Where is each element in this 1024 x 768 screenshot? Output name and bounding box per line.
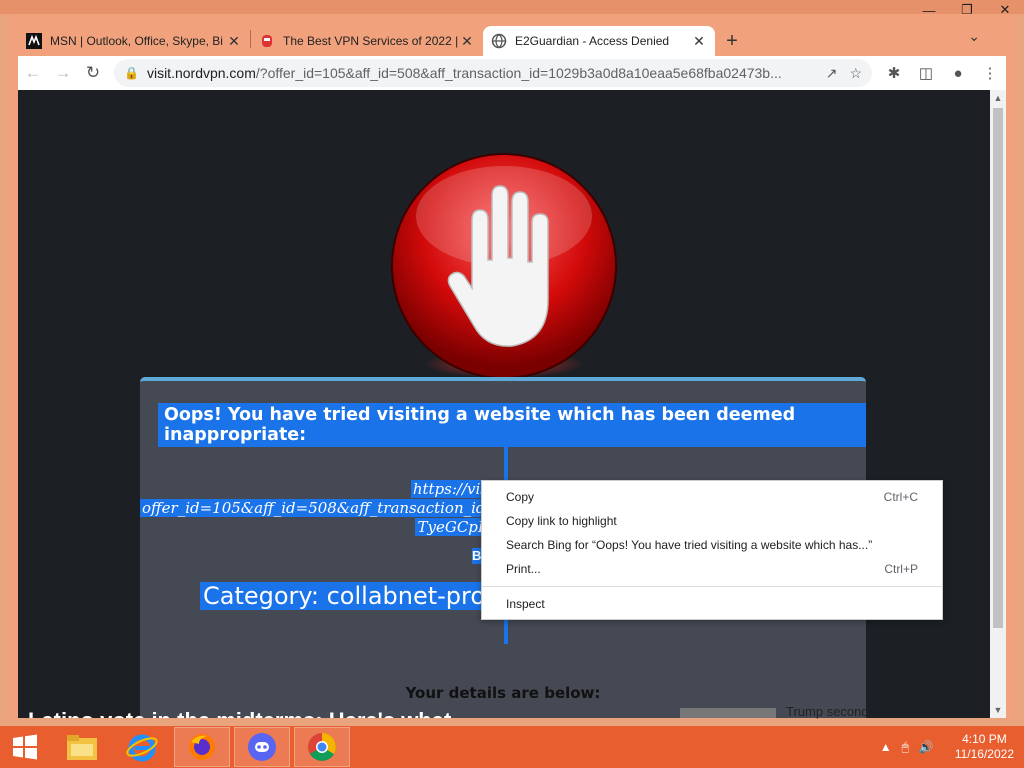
toolbar: ← → ↻ 🔒 visit.nordvpn.com/?offer_id=105&…: [18, 56, 1006, 90]
tab-vpn[interactable]: The Best VPN Services of 2022 | ( ✕: [251, 26, 483, 56]
share-icon[interactable]: ↗: [826, 65, 838, 82]
url-host: visit.nordvpn.com: [146, 65, 256, 81]
background-news-headline: Latino vote in the midterms: Here's what…: [28, 708, 648, 718]
tab-msn[interactable]: MSN | Outlook, Office, Skype, Bi ✕: [18, 26, 250, 56]
tab-title: The Best VPN Services of 2022 | (: [283, 34, 459, 48]
extensions-icon[interactable]: ✱: [878, 58, 910, 88]
discord-icon[interactable]: [234, 727, 290, 767]
tray-arrow-icon[interactable]: ▲: [880, 740, 892, 754]
globe-icon: [491, 33, 507, 49]
menu-item-label: Copy link to highlight: [506, 514, 617, 528]
internet-explorer-icon[interactable]: [114, 727, 170, 767]
tab-strip: MSN | Outlook, Office, Skype, Bi ✕ The B…: [18, 22, 1006, 56]
sidepanel-icon[interactable]: ◫: [910, 58, 942, 88]
clock[interactable]: 4:10 PM 11/16/2022: [955, 732, 1014, 762]
desktop-background: [0, 0, 1024, 14]
menu-item-label: Copy: [506, 490, 535, 504]
volume-icon[interactable]: 🔊: [919, 740, 934, 754]
restore-button[interactable]: ❐: [948, 0, 986, 20]
windows-start-button[interactable]: [0, 726, 50, 768]
star-icon[interactable]: ☆: [849, 65, 862, 82]
page-title: Oops! You have tried visiting a website …: [158, 403, 866, 447]
url-path: /?offer_id=105&aff_id=508&aff_transactio…: [255, 65, 782, 81]
taskbar: ▲ 🖱 🔊 4:10 PM 11/16/2022: [0, 726, 1024, 768]
msn-icon: [26, 33, 42, 49]
close-icon[interactable]: ✕: [691, 33, 707, 50]
menu-item-label: Search Bing for “Oops! You have tried vi…: [506, 538, 873, 552]
background-thumbnail: [680, 708, 776, 718]
close-window-button[interactable]: ✕: [986, 0, 1024, 20]
menu-icon[interactable]: ⋮: [974, 58, 1006, 88]
blocked-url[interactable]: https://vis offer_id=105&aff_id=508&aff_…: [140, 480, 510, 537]
window-controls: — ❐ ✕: [910, 0, 1024, 20]
menu-item-label: Inspect: [506, 597, 545, 611]
tab-title: MSN | Outlook, Office, Skype, Bi: [50, 34, 223, 48]
tab-title: E2Guardian - Access Denied: [515, 34, 670, 48]
chevron-down-icon[interactable]: ⌄: [968, 28, 980, 45]
menu-item-copy-link-to-highlight[interactable]: Copy link to highlight: [482, 509, 942, 533]
clock-date: 11/16/2022: [954, 747, 1014, 761]
file-explorer-icon[interactable]: [54, 727, 110, 767]
scroll-up-icon[interactable]: ▲: [990, 90, 1006, 106]
vpn-site-icon: [259, 33, 275, 49]
background-news-caption: Trump second: [786, 704, 869, 719]
lock-icon[interactable]: 🔒: [124, 66, 139, 80]
reload-button[interactable]: ↻: [78, 58, 108, 88]
profile-icon[interactable]: ●: [942, 58, 974, 88]
forward-button[interactable]: →: [48, 58, 78, 88]
scrollbar-thumb[interactable]: [993, 108, 1003, 628]
menu-item-print[interactable]: Print... Ctrl+P: [482, 557, 942, 581]
menu-separator: [482, 586, 942, 587]
menu-shortcut: Ctrl+C: [883, 490, 918, 504]
menu-item-inspect[interactable]: Inspect: [482, 592, 942, 616]
minimize-button[interactable]: —: [910, 0, 948, 20]
windows-logo-icon: [13, 734, 37, 760]
menu-shortcut: Ctrl+P: [884, 562, 918, 576]
system-tray: ▲ 🖱 🔊 4:10 PM 11/16/2022: [875, 726, 1024, 768]
close-icon[interactable]: ✕: [226, 33, 242, 50]
firefox-icon[interactable]: [174, 727, 230, 767]
blocked-url-line: https://vis: [410, 480, 490, 498]
tab-e2guardian[interactable]: E2Guardian - Access Denied ✕: [483, 26, 715, 56]
vertical-scrollbar[interactable]: ▲ ▼: [990, 90, 1006, 718]
stop-hand-icon: [391, 153, 617, 379]
network-icon[interactable]: 🖱: [902, 740, 909, 755]
clock-time: 4:10 PM: [962, 732, 1007, 746]
scroll-down-icon[interactable]: ▼: [990, 702, 1006, 718]
menu-item-label: Print...: [506, 562, 541, 576]
blocked-url-line: offer_id=105&aff_id=508&aff_transaction_…: [140, 499, 510, 517]
blocked-url-line: TyeGCpP: [415, 518, 490, 536]
page-content: Oops! You have tried visiting a website …: [18, 90, 990, 718]
url-text[interactable]: visit.nordvpn.com/?offer_id=105&aff_id=5…: [147, 65, 814, 81]
new-tab-button[interactable]: +: [715, 26, 749, 56]
address-bar[interactable]: 🔒 visit.nordvpn.com/?offer_id=105&aff_id…: [114, 59, 872, 87]
context-menu: Copy Ctrl+C Copy link to highlight Searc…: [481, 480, 943, 620]
close-icon[interactable]: ✕: [459, 33, 475, 50]
menu-item-copy[interactable]: Copy Ctrl+C: [482, 485, 942, 509]
details-heading: Your details are below:: [405, 684, 601, 702]
chrome-icon[interactable]: [294, 727, 350, 767]
back-button[interactable]: ←: [18, 58, 48, 88]
menu-item-search-bing[interactable]: Search Bing for “Oops! You have tried vi…: [482, 533, 942, 557]
